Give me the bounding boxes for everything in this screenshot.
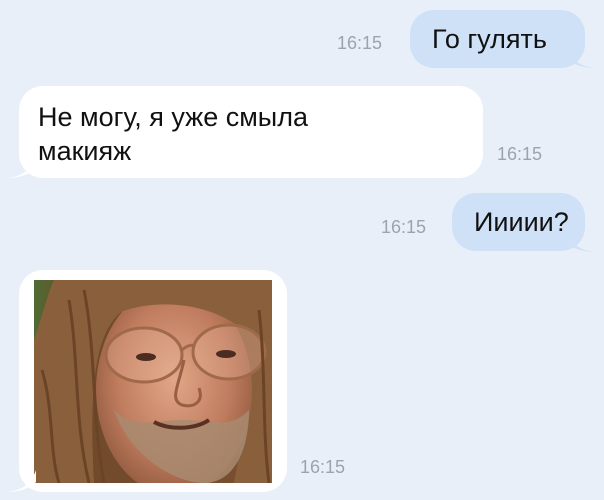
- bubble-tail: [566, 46, 594, 68]
- message-text: Го гулять: [432, 24, 547, 54]
- bubble-tail: [566, 230, 594, 252]
- chat-thread: 16:15 Го гулять Не могу, я уже смыла мак…: [0, 0, 604, 500]
- message-timestamp: 16:15: [497, 144, 543, 164]
- message-timestamp: 16:15: [337, 33, 383, 53]
- portrait-image: [34, 280, 272, 483]
- message-text: Иииии?: [474, 207, 569, 237]
- message-timestamp: 16:15: [381, 217, 427, 237]
- message-timestamp: 16:15: [300, 457, 346, 477]
- incoming-message[interactable]: Не могу, я уже смыла макияж: [19, 86, 483, 178]
- outgoing-message[interactable]: Го гулять: [410, 10, 585, 68]
- bubble-tail: [8, 470, 36, 492]
- bubble-tail: [8, 156, 36, 178]
- incoming-photo-message[interactable]: [19, 270, 287, 492]
- message-text: Не могу, я уже смыла макияж: [38, 102, 308, 166]
- message-photo[interactable]: [34, 280, 272, 483]
